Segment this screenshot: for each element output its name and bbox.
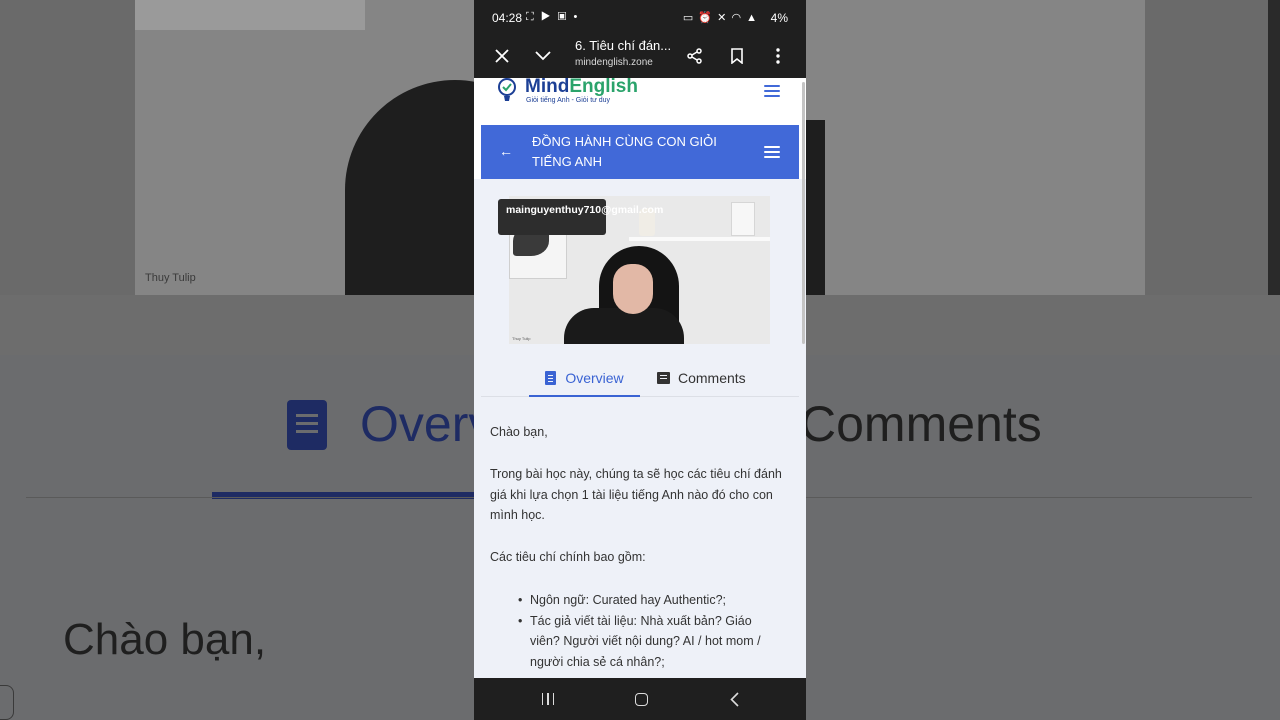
background-edge-handle — [0, 685, 14, 720]
screen: Thuy Tulip Overview Comments Chào bạn, 0… — [0, 0, 1280, 720]
minimize-tab-button[interactable] — [527, 40, 559, 72]
video-speaker-label: Thuy Tulip — [512, 336, 531, 341]
lesson-overview-content: Chào bạn, Trong bài học này, chúng ta sẽ… — [474, 397, 806, 678]
home-icon — [634, 692, 648, 706]
tab-comments-label: Comments — [678, 370, 746, 386]
home-button[interactable] — [626, 687, 656, 711]
recents-button[interactable] — [533, 687, 563, 711]
logo-text-mind: Mind — [525, 78, 570, 97]
tab-comments[interactable]: Comments — [657, 359, 757, 397]
close-icon — [495, 49, 509, 63]
share-icon — [687, 48, 702, 64]
site-header: MindEnglish Giỏi tiếng Anh - Giỏi tư duy — [474, 78, 806, 120]
list-item: Tác giả viết tài liệu: Nhà xuất bản? Giá… — [518, 611, 780, 673]
back-button[interactable] — [719, 687, 749, 711]
gallery-icon: ▣ — [557, 11, 569, 23]
site-logo[interactable]: MindEnglish — [525, 78, 638, 98]
greeting-text: Chào bạn, — [490, 425, 548, 439]
bookmark-button[interactable] — [721, 40, 753, 72]
status-bar: 04:28 ⛶ ▶ ▣ • ▭ ⏰ ✕ ◠ ▲ 4% — [474, 0, 806, 34]
criteria-heading: Các tiêu chí chính bao gồm: — [490, 550, 646, 564]
background-speaker-label: Thuy Tulip — [145, 272, 196, 284]
list-item: Ngôn ngữ: Curated hay Authentic?; — [518, 590, 780, 611]
bookmark-icon — [731, 48, 743, 64]
alarm-icon: ⏰ — [698, 12, 714, 24]
video-speaker-face — [613, 264, 653, 314]
more-options-button[interactable] — [762, 40, 794, 72]
course-header: ← ĐỒNG HÀNH CÙNG CON GIỎI TIẾNG ANH — [481, 125, 799, 179]
system-navigation-bar — [474, 678, 806, 720]
lesson-tabs: Overview Comments — [474, 359, 806, 397]
chevron-down-icon — [535, 51, 551, 61]
tab-overview-label: Overview — [565, 370, 624, 386]
bed-icon: ▭ — [682, 12, 695, 24]
comment-icon — [657, 372, 670, 384]
mute-icon: ✕ — [717, 12, 728, 24]
video-box-decor — [731, 202, 755, 236]
background-greeting-text: Chào bạn, — [63, 615, 267, 664]
criteria-list: Ngôn ngữ: Curated hay Authentic?; Tác gi… — [518, 590, 780, 673]
close-tab-button[interactable] — [486, 40, 518, 72]
more-vert-icon — [776, 48, 780, 64]
site-menu-button[interactable] — [764, 85, 780, 97]
background-edge — [1268, 0, 1280, 300]
share-button[interactable] — [679, 40, 711, 72]
phone-screen: 04:28 ⛶ ▶ ▣ • ▭ ⏰ ✕ ◠ ▲ 4% 6. Tiêu chí đ… — [474, 0, 806, 720]
tab-overview[interactable]: Overview — [529, 359, 640, 397]
back-arrow-icon[interactable]: ← — [499, 143, 513, 159]
course-menu-button[interactable] — [764, 146, 780, 158]
signal-icon: ▲ — [746, 12, 758, 24]
screenshot-icon: ⛶ — [526, 11, 536, 23]
background-document-icon — [287, 400, 327, 450]
video-speaker-body — [564, 308, 684, 344]
site-tagline: Giỏi tiếng Anh - Giỏi tư duy — [526, 97, 611, 104]
background-comments-text: Comments — [800, 396, 1042, 452]
video-shelf — [629, 237, 770, 241]
page-url: mindenglish.zone — [575, 57, 653, 68]
lightbulb-logo-icon — [498, 78, 516, 101]
page-title: 6. Tiêu chí đán... — [575, 38, 672, 53]
recents-icon — [541, 693, 555, 705]
battery-level: 4% — [770, 11, 788, 25]
youtube-icon: ▶ — [540, 11, 553, 23]
video-section: mainguyenthuy710@gmail.com Thuy Tulip — [474, 179, 806, 359]
wifi-icon: ◠ — [731, 12, 743, 24]
system-icons: ▭ ⏰ ✕ ◠ ▲ — [683, 11, 758, 24]
notification-icons: ⛶ ▶ ▣ • — [526, 11, 579, 24]
intro-paragraph: Trong bài học này, chúng ta sẽ học các t… — [490, 467, 782, 522]
browser-toolbar: 6. Tiêu chí đán... mindenglish.zone — [474, 34, 806, 78]
status-time: 04:28 — [492, 11, 523, 25]
webpage: MindEnglish Giỏi tiếng Anh - Giỏi tư duy… — [474, 78, 806, 678]
logo-text-english: English — [569, 78, 638, 97]
course-title: ĐỒNG HÀNH CÙNG CON GIỎI TIẾNG ANH — [532, 134, 717, 169]
page-scrollbar[interactable] — [802, 82, 805, 344]
background-frame — [135, 0, 365, 30]
document-icon — [545, 371, 557, 385]
back-chevron-icon — [729, 691, 739, 707]
dot-icon: • — [573, 11, 580, 23]
email-watermark: mainguyenthuy710@gmail.com — [498, 199, 663, 235]
